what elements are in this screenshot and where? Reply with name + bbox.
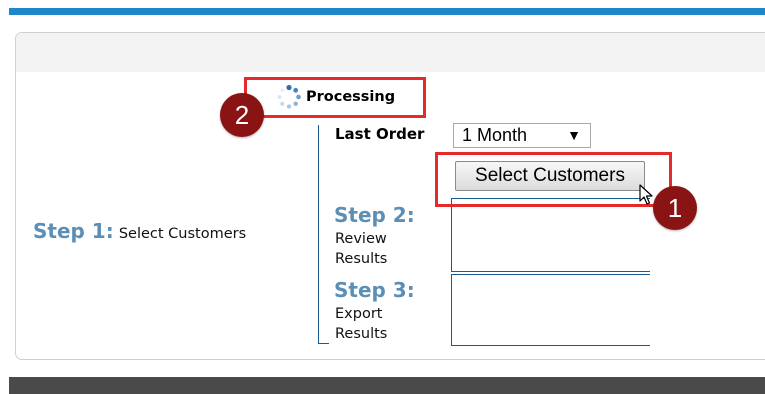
step-3-label: Step 3: bbox=[334, 278, 415, 302]
step-3-description-line1: Export bbox=[335, 306, 383, 322]
last-order-selected-value: 1 Month bbox=[462, 125, 528, 145]
callout-badge-1: 1 bbox=[653, 186, 697, 230]
step-2: Step 2: bbox=[334, 203, 415, 227]
last-order-select[interactable]: 1 Month ▼ bbox=[453, 123, 591, 148]
step-1: Step 1: Select Customers bbox=[33, 219, 246, 243]
step-1-description: Select Customers bbox=[118, 226, 247, 242]
step-2-description: Review Results bbox=[335, 229, 387, 269]
top-accent-bar bbox=[9, 8, 765, 15]
bottom-bar bbox=[9, 377, 765, 394]
panel-header bbox=[16, 33, 765, 72]
step-2-description-line1: Review bbox=[335, 231, 387, 247]
steps-divider-foot bbox=[318, 343, 329, 344]
dropdown-arrow-icon: ▼ bbox=[567, 127, 581, 143]
callout-box-processing bbox=[244, 77, 426, 118]
step-2-label: Step 2: bbox=[334, 203, 415, 227]
callout-badge-2: 2 bbox=[220, 93, 264, 137]
mouse-pointer-icon bbox=[639, 184, 653, 205]
step-1-label: Step 1: bbox=[33, 219, 114, 243]
step-2-description-line2: Results bbox=[335, 251, 388, 267]
export-results-box bbox=[451, 274, 650, 346]
step-3: Step 3: bbox=[334, 278, 415, 302]
step-3-description: Export Results bbox=[335, 304, 387, 344]
callout-box-select-customers bbox=[435, 152, 672, 207]
last-order-label: Last Order bbox=[335, 125, 425, 143]
review-results-box bbox=[451, 198, 650, 272]
step-3-description-line2: Results bbox=[335, 326, 388, 342]
steps-divider bbox=[318, 125, 319, 343]
